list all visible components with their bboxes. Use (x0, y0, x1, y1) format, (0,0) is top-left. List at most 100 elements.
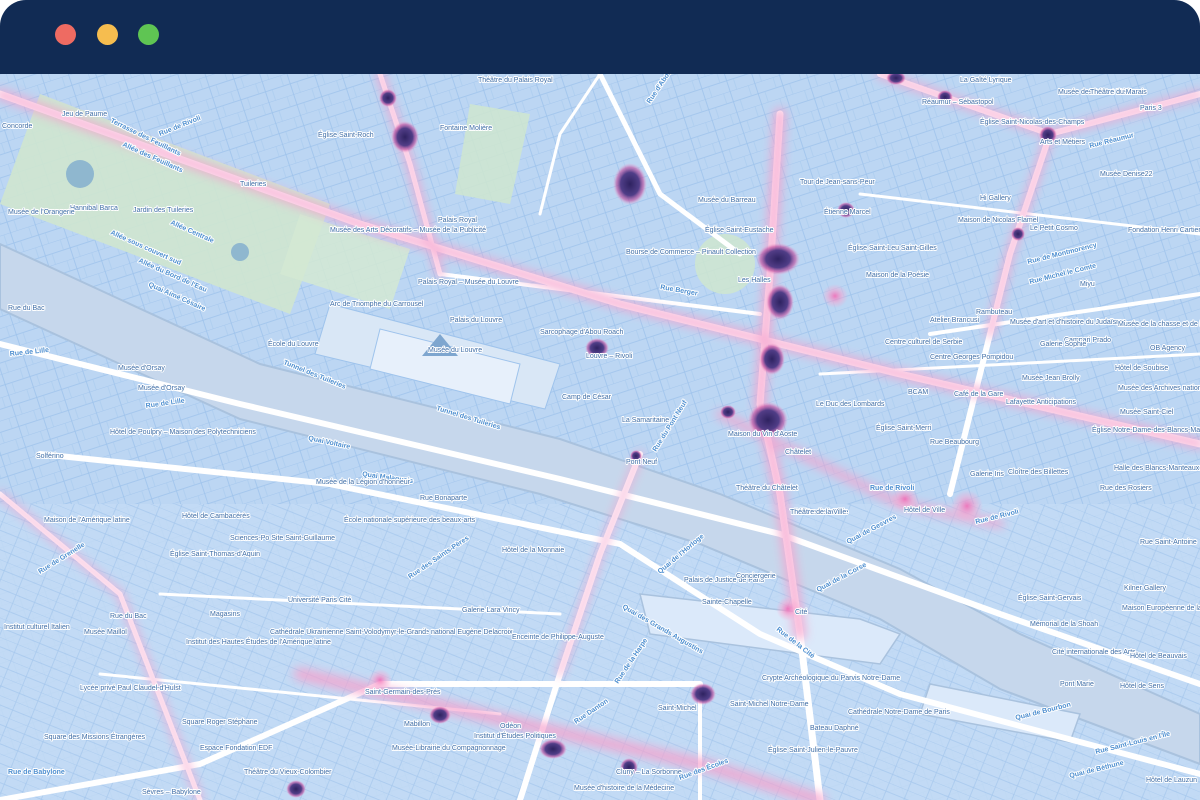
map-label-maison-nicolas-flamel: Maison de Nicolas Flamel (958, 217, 1039, 224)
map-label-concorde: Concorde (2, 123, 32, 130)
map-label-hi-gallery: Hi Gallery (980, 195, 1011, 202)
map-label-iris-galerie: Galerie Iris (970, 471, 1004, 478)
map-label-saint-michel: Saint-Michel (658, 705, 697, 712)
map-label-palais-du-louvre: Palais du Louvre (450, 317, 502, 324)
map-label-les-halles: Les Halles (738, 277, 771, 284)
map-label-kilner-gallery: Kilner Gallery (1124, 585, 1167, 592)
map-label-pont-neuf: Pont Neuf (626, 459, 657, 466)
map-label-crypte-archeologique: Crypte Archéologique du Parvis Notre-Dam… (762, 675, 900, 682)
map-label-theatre-marais: Théâtre du Marais (1090, 89, 1147, 96)
hotspot-les-halles-1 (756, 243, 800, 275)
map-label-musee-orsay-2: Musée d'Orsay (138, 385, 185, 392)
map-label-palais-royal: Palais Royal (438, 217, 477, 224)
map-label-chatelet: Châtelet (785, 449, 811, 456)
map-label-rue-bonaparte: Rue Bonaparte (420, 495, 467, 502)
map-label-sciences-po: Sciences-Po Site Saint-Guillaume (230, 535, 335, 542)
heatmap-map[interactable]: Concorde Jeu de Paume Terrasse des Feuilla… (0, 74, 1200, 800)
map-label-eglise-saint-merri: Église Saint-Merri (876, 423, 932, 432)
map-label-institut-culturel-italien: Institut culturel Italien (4, 624, 70, 631)
map-label-arc-carrousel: Arc de Triomphe du Carrousel (330, 301, 424, 308)
map-label-odeon: Odéon (500, 723, 521, 730)
map-label-musee-du-louvre: Musée du Louvre (428, 347, 482, 354)
map-label-louvre-rivoli: Louvre – Rivoli (586, 353, 633, 360)
basin-round (231, 243, 249, 261)
map-label-musee-arts-decoratifs: Musée des Arts Décoratifs – Musée de la … (330, 227, 486, 234)
map-label-enceinte-philippe: Enceinte de Philippe-Auguste (512, 634, 604, 641)
map-label-miyu: Miyu (1080, 281, 1095, 288)
map-label-cite-internationale: Cité internationale des Arts (1052, 649, 1136, 656)
hotspot-bourse (613, 163, 647, 205)
map-label-musee-librairie: Musée-Librairie du Compagnonnage (392, 745, 506, 752)
map-label-institut-sciences-po: Institut d'Études Politiques (474, 731, 556, 740)
map-label-maison-vin: Maison du Vin d'Aoste (728, 431, 797, 438)
map-label-eglise-saint-nicolas: Église Saint-Nicolas-des-Champs (980, 117, 1085, 126)
map-label-universite-paris-cite: Université Paris Cité (288, 597, 352, 604)
map-label-hotel-caumont: Hôtel de Cambacérès (182, 513, 250, 520)
map-label-musee-maillol: Musée Maillol (84, 629, 127, 636)
map-label-magasin-mame: Magasins (210, 611, 240, 618)
map-label-hotel-de-ville: Hôtel de Ville (904, 507, 945, 514)
map-label-sainte-chapelle: Sainte-Chapelle (702, 599, 752, 606)
map-label-sarcophage: Sarcophage d'Abou Roach (540, 329, 624, 336)
map-label-bourse-commerce: Bourse de Commerce – Pinault Collection (626, 249, 756, 256)
minimize-button[interactable] (97, 24, 118, 45)
map-label-eglise-saint-leu: Église Saint-Leu Saint-Gilles (848, 243, 937, 252)
map-label-galerie-lara: Galerie Lara Vincy (462, 607, 520, 614)
map-label-ecole-beaux-arts: École nationale supérieure des beaux-art… (344, 515, 476, 524)
map-label-square-missions: Square des Missions Étrangères (44, 732, 146, 741)
map-label-cluny-la-sorbonne: Cluny – La Sorbonne (616, 769, 682, 776)
map-label-theatre-de-la-ville: Théâtre de la Ville (790, 509, 846, 516)
map-label-centre-culturel-serbie: Centre culturel de Serbie (885, 339, 963, 346)
basin-octagon (66, 160, 94, 188)
map-label-arts-et-metiers: Arts et Métiers (1040, 139, 1086, 146)
hotspot-les-halles-2 (766, 284, 794, 320)
map-label-sevres-babylone: Sèvres – Babylone (142, 789, 201, 796)
map-label-rue-de-babylone: Rue de Babylone (8, 769, 65, 776)
map-label-maison-poesie: Maison de la Poésie (866, 272, 929, 279)
map-label-petit-cosmo: Le Petit Cosmo (1030, 225, 1078, 232)
map-label-louvre-rivoli-2: Rue de Rivoli (870, 485, 914, 492)
close-button[interactable] (55, 24, 76, 45)
map-label-musee-orangerie: Musée de l'Orangerie (8, 209, 75, 216)
hotspot-mabillon (429, 706, 451, 724)
hotspot-vieux-colombier (286, 780, 306, 798)
hotspot-saint-germain (368, 669, 392, 691)
map-label-hotel-de-sens: Hôtel de Sens (1120, 683, 1164, 690)
map-label-le-duc-lombards: Le Duc des Lombards (816, 401, 885, 408)
map-label-musee-art-judaisme: Musée d'art et d'histoire du Judaïsme (1010, 319, 1126, 326)
map-label-tuileries: Tuileries (240, 181, 267, 188)
map-label-tour-jean-sans-peur: Tour de Jean-sans-Peur (800, 179, 875, 186)
map-label-espace-fondation: Espace Fondation EDF (200, 745, 272, 752)
map-label-musee-chasse: Musée de la chasse et de la nature (1118, 321, 1200, 328)
map-label-theatre-vieux-colombier: Théâtre du Vieux-Colombier (244, 769, 332, 776)
map-label-palais-royal-metro: Palais Royal – Musée du Louvre (418, 279, 519, 286)
map-label-musee-jean-brolly: Musée Jean Brolly (1022, 375, 1080, 382)
browser-window: Concorde Jeu de Paume Terrasse des Feuilla… (0, 0, 1200, 800)
map-label-musee-orsay-1: Musée d'Orsay (118, 365, 165, 372)
map-label-musee-piscine: Musée Denise22 (1100, 171, 1153, 178)
map-label-paris-3: Paris 3 (1140, 105, 1162, 112)
map-label-square-roger: Square Roger Stéphane (182, 719, 258, 726)
map-label-hotel-de-saule: Hôtel de Beauvais (1130, 653, 1187, 660)
hotspot-saint-michel (690, 683, 716, 705)
map-label-lafayette-anticipations: Lafayette Anticipations (1006, 399, 1077, 406)
map-label-etienne-marcel: Étienne Marcel (824, 207, 871, 216)
maximize-button[interactable] (138, 24, 159, 45)
map-label-gaite-lyrique: La Gaîté Lyrique (960, 77, 1012, 84)
map-label-eglise-saint-eustache: Église Saint-Eustache (705, 225, 774, 234)
map-label-cloitre-billettes: Cloître des Billettes (1008, 469, 1069, 476)
map-label-rue-du-bac-n: Rue du Bac (8, 305, 45, 312)
map-label-musee-legion: Musée de la Légion d'honneur (316, 479, 411, 486)
map-label-halle-blancs-manteaux: Halle des Blancs-Manteaux (1114, 465, 1200, 472)
hotspot-saint-roch (379, 89, 397, 107)
map-canvas[interactable]: ConcordeJeu de PaumeTerrasse des Feuilla… (0, 74, 1200, 800)
map-label-centre-pompidou: Centre Georges Pompidou (930, 354, 1013, 361)
map-label-institut-hautes-etudes: Institut des Hautes Études de l'Amérique… (186, 637, 331, 646)
map-label-memorial-shoah: Mémorial de la Shoah (1030, 621, 1098, 628)
map-label-eglise-saint-thomas: Église Saint-Thomas-d'Aquin (170, 549, 260, 558)
map-label-jardin-tuileries: Jardin des Tuileries (133, 207, 194, 214)
map-label-hotel-monnaie: Hôtel de la Monnaie (502, 547, 564, 554)
map-label-bcam: BCAM (908, 389, 928, 396)
map-label-saint-germain: Saint-Germain-des-Prés (365, 689, 441, 696)
map-label-lycee-paul-louis: Lycée privé Paul Claudel-d'Hulst (80, 685, 181, 692)
